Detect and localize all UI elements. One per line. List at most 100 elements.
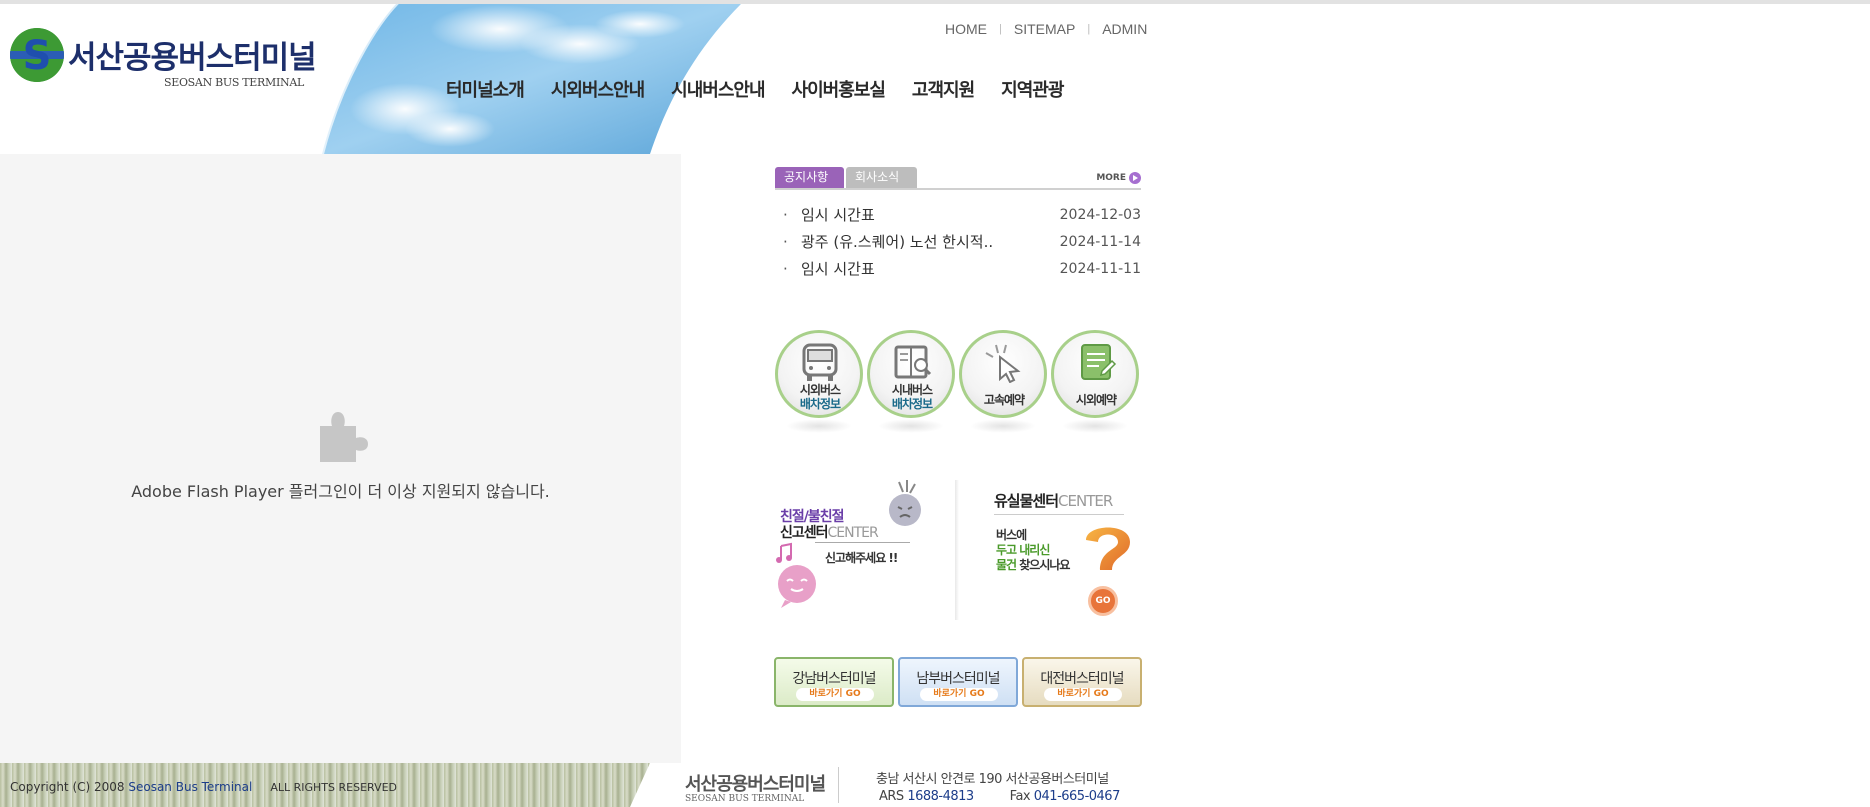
quick-intercity-reservation-button[interactable]: 시외예약 — [1050, 329, 1142, 437]
ars-label: ARS — [879, 789, 908, 804]
quick-label: 고속예약 — [983, 393, 1025, 407]
nav-terminal-intro[interactable]: 터미널소개 — [446, 76, 525, 102]
notice-title[interactable]: 임시 시간표 — [801, 258, 1051, 279]
copyright-name: Seosan Bus Terminal — [128, 780, 253, 794]
nambu-terminal-link[interactable]: 남부버스터미널 바로가기 GO — [898, 657, 1018, 707]
header: S 서산공용버스터미널 SEOSAN BUS TERMINAL HOME | S… — [0, 4, 1150, 154]
notice-tabs: 공지사항 회사소식 MORE — [775, 167, 1141, 190]
quick-express-reservation-button[interactable]: 고속예약 — [958, 329, 1050, 437]
util-separator: | — [1087, 23, 1091, 35]
lost-text-3b: 찾으시나요 — [1016, 558, 1070, 572]
quick-intercity-schedule-button[interactable]: 시외버스 배차정보 — [774, 329, 866, 437]
copyright-prefix: Copyright (C) 2008 — [10, 780, 129, 794]
cursor-icon — [985, 344, 1021, 383]
notice-date: 2024-11-14 — [1059, 233, 1141, 250]
logo-subtitle: SEOSAN BUS TERMINAL — [164, 76, 305, 89]
nav-customer-support[interactable]: 고객지원 — [912, 76, 975, 102]
quick-city-schedule-button[interactable]: 시내버스 배차정보 — [866, 329, 958, 437]
more-label: MORE — [1096, 173, 1126, 183]
footer-logo-ko: 서산공용버스터미널 — [685, 774, 826, 795]
music-note-icon — [776, 542, 792, 563]
bullet-icon: · — [783, 232, 788, 251]
notice-board: 공지사항 회사소식 MORE · 임시 시간표 2024-12-03 · 광주 … — [775, 167, 1141, 282]
footer-address: 충남 서산시 안견로 190 서산공용버스터미널 — [876, 772, 1109, 787]
footer-logo: 서산공용버스터미널 SEOSAN BUS TERMINAL — [685, 770, 826, 804]
plugin-puzzle-icon — [320, 412, 368, 462]
flash-placeholder: Adobe Flash Player 플러그인이 더 이상 지원되지 않습니다. — [0, 154, 681, 763]
terminal-name: 남부버스터미널 — [916, 671, 1000, 687]
footer: Copyright (C) 2008 Seosan Bus Terminal AL… — [0, 763, 1150, 807]
terminal-name: 대전버스터미널 — [1040, 671, 1124, 687]
logo-mark-icon: S — [10, 28, 64, 82]
logo-title: 서산공용버스터미널 — [68, 40, 317, 76]
notice-date: 2024-12-03 — [1059, 206, 1141, 223]
copyright: Copyright (C) 2008 Seosan Bus Terminal AL… — [10, 780, 397, 794]
notice-list: · 임시 시간표 2024-12-03 · 광주 (유.스퀘어) 노선 한시적.… — [775, 201, 1141, 282]
bullet-icon: · — [783, 259, 788, 278]
document-icon — [1081, 344, 1117, 380]
bus-icon — [802, 343, 838, 381]
nav-intercity-bus[interactable]: 시외버스안내 — [551, 76, 645, 102]
quick-shadow — [786, 419, 852, 433]
more-button[interactable]: MORE — [1096, 172, 1141, 184]
footer-logo-en: SEOSAN BUS TERMINAL — [685, 794, 805, 804]
lost-title-a: 유실물센터 — [994, 492, 1059, 510]
tab-notice[interactable]: 공지사항 — [775, 167, 844, 188]
gangnam-terminal-link[interactable]: 강남버스터미널 바로가기 GO — [774, 657, 894, 707]
lost-go-button[interactable]: GO — [1088, 586, 1118, 616]
terminal-go-label: 바로가기 GO — [920, 688, 998, 701]
footer-separator — [838, 767, 839, 803]
book-icon — [894, 345, 932, 379]
lost-title: 유실물센터CENTER — [994, 490, 1113, 511]
lost-title-b: CENTER — [1058, 492, 1113, 510]
list-item[interactable]: · 임시 시간표 2024-11-11 — [775, 255, 1141, 282]
report-subtitle: 신고해주세요 !! — [825, 551, 898, 565]
terminal-name: 강남버스터미널 — [792, 671, 876, 687]
footer-contact: ARS 1688-4813 Fax 041-665-0467 — [879, 789, 1120, 804]
svg-text:S: S — [23, 33, 52, 79]
lost-found-banner[interactable]: 유실물센터CENTER 버스에 두고 내리신 물건 찾으시나요 GO — [990, 476, 1142, 626]
arrow-right-icon — [1129, 172, 1141, 184]
sad-face-icon — [889, 480, 921, 526]
list-item[interactable]: · 광주 (유.스퀘어) 노선 한시적.. 2024-11-14 — [775, 228, 1141, 255]
bullet-icon: · — [783, 205, 788, 224]
nav-local-tourism[interactable]: 지역관광 — [1001, 76, 1064, 102]
util-separator: | — [999, 23, 1002, 35]
ars-number: 1688-4813 — [907, 789, 974, 804]
report-title-2: 신고센터CENTER — [780, 522, 879, 542]
copyright-rights: ALL RIGHTS RESERVED — [270, 781, 398, 794]
nav-city-bus[interactable]: 시내버스안내 — [671, 76, 765, 102]
notice-title[interactable]: 광주 (유.스퀘어) 노선 한시적.. — [801, 231, 1051, 252]
smile-face-icon — [778, 565, 816, 608]
terminal-go-label: 바로가기 GO — [1044, 688, 1122, 701]
vertical-divider — [955, 480, 959, 620]
quick-shadow — [1062, 419, 1128, 433]
quick-label: 배차정보 — [799, 397, 841, 411]
terminal-links: 강남버스터미널 바로가기 GO 남부버스터미널 바로가기 GO 대전버스터미널 … — [774, 657, 1146, 707]
complaint-center-banner[interactable]: 친절/불친절 신고센터CENTER 신고해주세요 !! — [775, 476, 955, 616]
notice-title[interactable]: 임시 시간표 — [801, 204, 1051, 225]
util-sitemap-link[interactable]: SITEMAP — [1014, 21, 1075, 37]
util-admin-link[interactable]: ADMIN — [1102, 21, 1147, 37]
main-nav: 터미널소개 시외버스안내 시내버스안내 사이버홍보실 고객지원 지역관광 — [446, 76, 1090, 102]
lost-divider — [994, 514, 1124, 515]
quick-shadow — [878, 419, 944, 433]
question-mark-icon — [1086, 527, 1130, 570]
fax-number: 041-665-0467 — [1033, 789, 1121, 804]
quick-label: 시외예약 — [1075, 393, 1117, 407]
quick-shadow — [970, 419, 1036, 433]
tab-company-news[interactable]: 회사소식 — [846, 167, 917, 188]
quick-label: 배차정보 — [891, 397, 933, 411]
daejeon-terminal-link[interactable]: 대전버스터미널 바로가기 GO — [1022, 657, 1142, 707]
notice-date: 2024-11-11 — [1059, 260, 1141, 277]
util-home-link[interactable]: HOME — [945, 21, 987, 37]
fax-label: Fax — [1009, 789, 1034, 804]
quick-menu: 시외버스 배차정보 시내버스 배차정보 고속예약 시외예약 — [774, 329, 1142, 437]
list-item[interactable]: · 임시 시간표 2024-12-03 — [775, 201, 1141, 228]
lost-text-3: 물건 찾으시나요 — [996, 556, 1070, 573]
utility-nav: HOME | SITEMAP | ADMIN — [945, 21, 1147, 37]
report-title-2b: CENTER — [827, 525, 879, 541]
report-title-2a: 신고센터 — [780, 525, 829, 541]
nav-cyber-pr[interactable]: 사이버홍보실 — [792, 76, 886, 102]
site-logo[interactable]: S 서산공용버스터미널 SEOSAN BUS TERMINAL — [8, 26, 317, 90]
